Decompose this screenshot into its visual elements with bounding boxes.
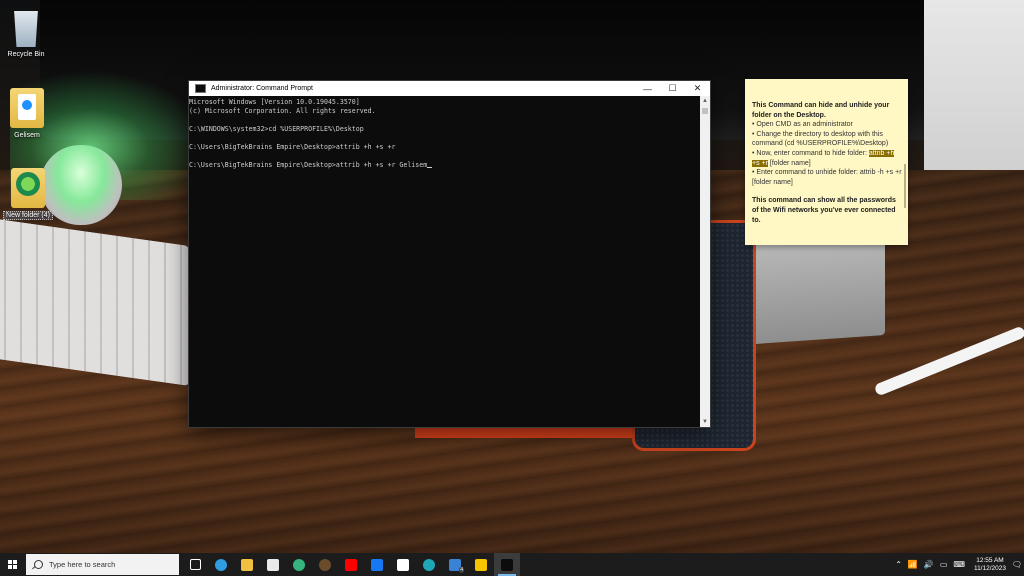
wallpaper-keyboard: [0, 217, 190, 387]
note-list-item: Now, enter command to hide folder: attri…: [752, 149, 902, 168]
note-list-item: Enter command to unhide folder: attrib -…: [752, 168, 902, 187]
minimize-button[interactable]: —: [635, 81, 660, 96]
taskbar-app-list: 4: [182, 553, 520, 576]
edge-dev-icon: [293, 558, 305, 571]
network-icon[interactable]: 📶: [908, 560, 918, 569]
command-prompt-window[interactable]: Administrator: Command Prompt — ☐ ✕ Micr…: [189, 81, 710, 427]
note-footer: This command can show all the passwords …: [752, 197, 896, 224]
scroll-down-arrow-icon[interactable]: ▼: [700, 417, 710, 427]
window-title: Administrator: Command Prompt: [211, 85, 313, 92]
search-icon: [34, 560, 43, 569]
close-button[interactable]: ✕: [685, 81, 710, 96]
taskbar-app-edge-2[interactable]: [416, 553, 442, 576]
taskbar-app-wikipedia[interactable]: [390, 553, 416, 576]
language-icon[interactable]: ⌨: [953, 560, 965, 569]
taskbar-app-hat[interactable]: [312, 553, 338, 576]
facebook-icon: [371, 558, 383, 571]
file-explorer-icon: [241, 558, 253, 571]
note-title: This Command can hide and unhide your fo…: [752, 102, 890, 119]
wallpaper-second-monitor: [924, 0, 1024, 180]
windows-logo-icon: [7, 560, 17, 569]
taskbar-app-mail[interactable]: 4: [442, 553, 468, 576]
maximize-button[interactable]: ☐: [660, 81, 685, 96]
task-view-icon: [189, 559, 201, 570]
desktop-icon-gelisem[interactable]: Gelisem: [0, 88, 57, 139]
volume-icon[interactable]: 🔊: [924, 560, 934, 569]
hat-icon: [319, 558, 331, 571]
command-prompt-icon: [195, 84, 206, 93]
taskbar-clock[interactable]: 12:55 AM 11/12/2023: [974, 557, 1006, 573]
clock-time: 12:55 AM: [976, 556, 1004, 564]
taskbar-app-youtube[interactable]: [338, 553, 364, 576]
wikipedia-icon: [397, 558, 409, 571]
taskbar-app-sticky-notes[interactable]: [468, 553, 494, 576]
scrollbar-thumb[interactable]: [702, 108, 708, 114]
taskbar-app-edge[interactable]: [208, 553, 234, 576]
taskbar-app-store[interactable]: [260, 553, 286, 576]
taskbar-app-command-prompt[interactable]: [494, 553, 520, 576]
desktop-icon-label: Gelisem: [14, 132, 40, 139]
text-cursor: [427, 167, 433, 168]
console-line: Microsoft Windows [Version 10.0.19045.35…: [189, 98, 360, 106]
store-icon: [267, 558, 279, 571]
folder-icon: [10, 88, 44, 128]
sticky-note-scrollbar[interactable]: [904, 164, 906, 208]
sticky-note-header[interactable]: [745, 79, 908, 101]
battery-icon[interactable]: ▭: [940, 560, 948, 569]
scroll-up-arrow-icon[interactable]: ▲: [700, 96, 710, 106]
sticky-note[interactable]: This Command can hide and unhide your fo…: [745, 79, 908, 245]
folder-icon: [11, 168, 45, 208]
chevron-up-icon[interactable]: ⌃: [895, 560, 902, 569]
note-hide-prefix: Now, enter command to hide folder:: [756, 149, 869, 157]
taskbar-app-task-view[interactable]: [182, 553, 208, 576]
desktop-icon-new-folder[interactable]: New folder (4): [0, 168, 58, 220]
command-prompt-icon: [501, 558, 513, 571]
app-badge-count: 4: [459, 567, 464, 573]
console-input-line[interactable]: C:\Users\BigTekBrains Empire\Desktop>att…: [189, 161, 700, 170]
recycle-bin-icon: [14, 11, 38, 47]
sticky-note-body[interactable]: This Command can hide and unhide your fo…: [745, 101, 908, 225]
taskbar-search-box[interactable]: Type here to search: [26, 554, 179, 575]
console-line: C:\WINDOWS\system32>cd %USERPROFILE%\Des…: [189, 125, 364, 133]
window-controls: — ☐ ✕: [635, 81, 710, 96]
note-hide-suffix: [folder name]: [767, 159, 811, 167]
sticky-notes-icon: [475, 558, 487, 571]
console-line: C:\Users\BigTekBrains Empire\Desktop>att…: [189, 143, 396, 151]
taskbar-app-file-explorer[interactable]: [234, 553, 260, 576]
vertical-scrollbar[interactable]: ▲ ▼: [700, 96, 710, 427]
note-list-item: Change the directory to desktop with thi…: [752, 130, 902, 149]
taskbar: Type here to search 4 ⌃ 📶 🔊 ▭ ⌨ 12:55 AM…: [0, 553, 1024, 576]
desktop-icon-label: Recycle Bin: [7, 51, 45, 58]
console-output[interactable]: Microsoft Windows [Version 10.0.19045.35…: [189, 96, 700, 427]
search-placeholder: Type here to search: [49, 560, 116, 569]
clock-date: 11/12/2023: [973, 564, 1006, 572]
system-tray: ⌃ 📶 🔊 ▭ ⌨ 12:55 AM 11/12/2023 🗨: [892, 553, 1024, 576]
notification-icon[interactable]: 🗨: [1010, 553, 1024, 576]
taskbar-app-edge-dev[interactable]: [286, 553, 312, 576]
edge-icon-2: [423, 558, 435, 571]
note-list-item: Open CMD as an administrator: [752, 120, 902, 130]
desktop-icon-recycle-bin[interactable]: Recycle Bin: [0, 7, 56, 58]
taskbar-app-facebook[interactable]: [364, 553, 390, 576]
start-button[interactable]: [0, 553, 24, 576]
edge-icon: [215, 558, 227, 571]
window-titlebar[interactable]: Administrator: Command Prompt — ☐ ✕: [189, 81, 710, 96]
desktop-icon-label: New folder (4): [3, 211, 53, 220]
youtube-icon: [345, 558, 357, 571]
console-input-text: C:\Users\BigTekBrains Empire\Desktop>att…: [189, 161, 428, 169]
console-line: (c) Microsoft Corporation. All rights re…: [189, 107, 376, 115]
